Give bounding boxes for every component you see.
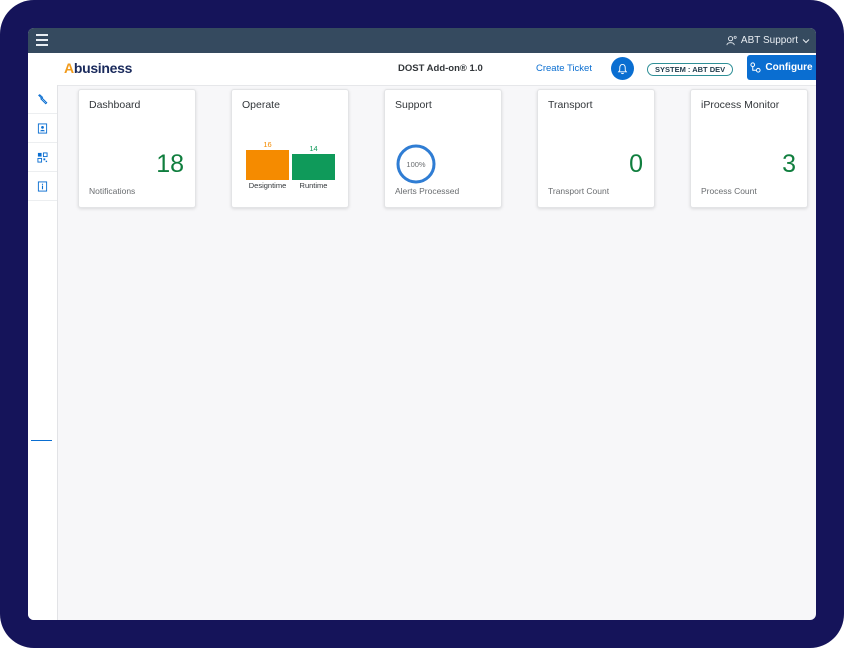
tile-transport[interactable]: Transport 0 Transport Count	[537, 89, 655, 208]
tile-dashboard[interactable]: Dashboard 18 Notifications	[78, 89, 196, 208]
info-icon	[37, 180, 48, 192]
tile-footer: Transport Count	[548, 186, 610, 196]
tile-title: Transport	[548, 99, 593, 111]
bar-value-label: 14	[309, 143, 318, 153]
connection-icon	[750, 62, 761, 73]
tile-footer: Process Count	[701, 186, 757, 196]
sidebar-item-contacts[interactable]	[28, 114, 57, 143]
create-ticket-link[interactable]: Create Ticket	[536, 63, 592, 74]
app-title: DOST Add-on® 1.0	[398, 63, 483, 74]
process-count: 3	[782, 150, 796, 178]
tile-operate[interactable]: Operate 16 Designtime 14 Runtime	[231, 89, 349, 208]
radial-percent-label: 100%	[406, 160, 426, 169]
configure-label: Configure	[765, 62, 813, 73]
bar-category-label: Runtime	[299, 181, 328, 190]
wrench-icon	[38, 93, 48, 104]
sidebar-item-info[interactable]	[28, 172, 57, 201]
bar-runtime	[292, 153, 335, 180]
tile-footer: Notifications	[89, 186, 136, 196]
bell-icon	[617, 63, 628, 74]
user-settings-icon	[726, 35, 737, 46]
alerts-radial-chart: 100%	[396, 144, 436, 184]
bar-value-label: 16	[263, 140, 272, 149]
company-logo[interactable]: Abusiness	[64, 60, 132, 76]
tile-title: iProcess Monitor	[701, 99, 780, 111]
device-frame: ABT Support Abusiness DOST Add-on® 1.0 C…	[0, 0, 844, 648]
app-screen: ABT Support Abusiness DOST Add-on® 1.0 C…	[28, 28, 816, 620]
notifications-count: 18	[156, 150, 184, 178]
tile-iprocess-monitor[interactable]: iProcess Monitor 3 Process Count	[690, 89, 808, 208]
side-navigation	[28, 85, 58, 620]
sidebar-item-tools[interactable]	[28, 85, 57, 114]
notifications-button[interactable]	[611, 57, 634, 80]
logo-accent: A	[64, 60, 74, 76]
configure-button[interactable]: Configure	[747, 55, 816, 80]
system-badge: SYSTEM : ABT DEV	[647, 63, 734, 76]
tile-title: Operate	[242, 99, 280, 111]
app-header: Abusiness DOST Add-on® 1.0 Create Ticket…	[28, 53, 816, 86]
menu-icon[interactable]	[36, 34, 48, 46]
logo-text: business	[73, 60, 133, 76]
user-name: ABT Support	[740, 35, 798, 46]
chevron-down-icon	[802, 38, 810, 43]
sidebar-indicator	[31, 440, 52, 441]
bar-category-label: Designtime	[248, 181, 287, 190]
user-menu[interactable]: ABT Support	[726, 28, 810, 53]
bar-designtime	[246, 150, 289, 180]
sidebar-item-scan[interactable]	[28, 143, 57, 172]
tile-footer: Alerts Processed	[395, 186, 460, 196]
tile-support[interactable]: Support 100% Alerts Processed	[384, 89, 502, 208]
shell-bar: ABT Support	[28, 28, 816, 53]
contact-card-icon	[37, 122, 48, 134]
tile-title: Dashboard	[89, 99, 141, 111]
qr-code-icon	[37, 151, 48, 163]
tile-title: Support	[395, 99, 432, 111]
transport-count: 0	[629, 150, 643, 178]
